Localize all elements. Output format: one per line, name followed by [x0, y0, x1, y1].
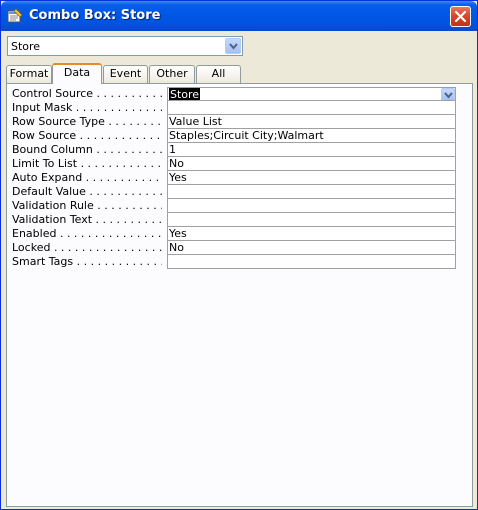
- property-row-limit-to-list: Limit To List . . . . . . . . . . . . . …: [12, 157, 457, 171]
- tab-format[interactable]: Format: [6, 65, 52, 83]
- close-button[interactable]: [450, 6, 471, 27]
- property-row-smart-tags: Smart Tags . . . . . . . . . . . . . .: [12, 255, 457, 269]
- chevron-down-icon: [229, 43, 238, 50]
- property-value-enabled[interactable]: Yes: [167, 227, 456, 241]
- object-selector-button[interactable]: [225, 38, 241, 54]
- property-value-control-source[interactable]: Store: [167, 87, 456, 101]
- property-row-bound-column: Bound Column . . . . . . . . . . . 1: [12, 143, 457, 157]
- property-label: Validation Rule . . . . . . . . . . .: [12, 199, 162, 212]
- properties-icon: [7, 8, 23, 24]
- tab-event[interactable]: Event: [103, 65, 148, 83]
- tab-other[interactable]: Other: [149, 65, 195, 83]
- object-selector-value: Store: [11, 40, 41, 53]
- tab-strip: Format Data Event Other All: [6, 63, 466, 84]
- chevron-down-icon: [444, 92, 453, 99]
- property-value-validation-text[interactable]: [167, 213, 456, 227]
- property-label: Smart Tags . . . . . . . . . . . . . .: [12, 255, 162, 268]
- property-value-bound-column[interactable]: 1: [167, 143, 456, 157]
- property-label: Control Source . . . . . . . . . . . .: [12, 87, 162, 100]
- property-value-validation-rule[interactable]: [167, 199, 456, 213]
- tab-data[interactable]: Data: [52, 63, 102, 84]
- property-label: Validation Text . . . . . . . . . . .: [12, 213, 162, 226]
- close-icon: [455, 11, 466, 22]
- object-selector-dropdown[interactable]: Store: [7, 36, 243, 56]
- title-bar[interactable]: Combo Box: Store: [1, 1, 477, 31]
- property-label: Row Source . . . . . . . . . . . . . .: [12, 129, 162, 142]
- property-value-row-source[interactable]: Staples;Circuit City;Walmart: [167, 129, 456, 143]
- property-row-default-value: Default Value . . . . . . . . . . . .: [12, 185, 457, 199]
- property-label: Bound Column . . . . . . . . . . .: [12, 143, 162, 156]
- property-value-locked[interactable]: No: [167, 241, 456, 255]
- property-value-auto-expand[interactable]: Yes: [167, 171, 456, 185]
- property-label: Default Value . . . . . . . . . . . .: [12, 185, 162, 198]
- property-label: Locked . . . . . . . . . . . . . . . . .: [12, 241, 162, 254]
- property-value-smart-tags[interactable]: [167, 255, 456, 269]
- property-label: Enabled . . . . . . . . . . . . . . . .: [12, 227, 162, 240]
- selected-text: Store: [169, 88, 201, 101]
- property-row-row-source: Row Source . . . . . . . . . . . . . . S…: [12, 129, 457, 143]
- property-label: Row Source Type . . . . . . . . .: [12, 115, 162, 128]
- window-title: Combo Box: Store: [29, 8, 161, 23]
- control-source-dropdown-button[interactable]: [441, 88, 455, 100]
- property-row-auto-expand: Auto Expand . . . . . . . . . . . . Yes: [12, 171, 457, 185]
- property-label: Limit To List . . . . . . . . . . . . .: [12, 157, 162, 170]
- properties-window: Combo Box: Store Store Format Data Event…: [0, 0, 478, 510]
- property-row-locked: Locked . . . . . . . . . . . . . . . . .…: [12, 241, 457, 255]
- property-value-default-value[interactable]: [167, 185, 456, 199]
- window-body: Store Format Data Event Other All Contro…: [1, 31, 477, 509]
- property-row-control-source: Control Source . . . . . . . . . . . . S…: [12, 87, 457, 101]
- tab-all[interactable]: All: [196, 65, 241, 83]
- property-row-validation-text: Validation Text . . . . . . . . . . .: [12, 213, 457, 227]
- property-label: Auto Expand . . . . . . . . . . . .: [12, 171, 162, 184]
- property-row-enabled: Enabled . . . . . . . . . . . . . . . . …: [12, 227, 457, 241]
- property-row-input-mask: Input Mask . . . . . . . . . . . . . .: [12, 101, 457, 115]
- property-value-limit-to-list[interactable]: No: [167, 157, 456, 171]
- property-label: Input Mask . . . . . . . . . . . . . .: [12, 101, 162, 114]
- property-value-input-mask[interactable]: [167, 101, 456, 115]
- property-row-validation-rule: Validation Rule . . . . . . . . . . .: [12, 199, 457, 213]
- property-value-row-source-type[interactable]: Value List: [167, 115, 456, 129]
- property-panel: Control Source . . . . . . . . . . . . S…: [6, 83, 473, 507]
- property-row-row-source-type: Row Source Type . . . . . . . . . Value …: [12, 115, 457, 129]
- property-grid: Control Source . . . . . . . . . . . . S…: [12, 87, 457, 269]
